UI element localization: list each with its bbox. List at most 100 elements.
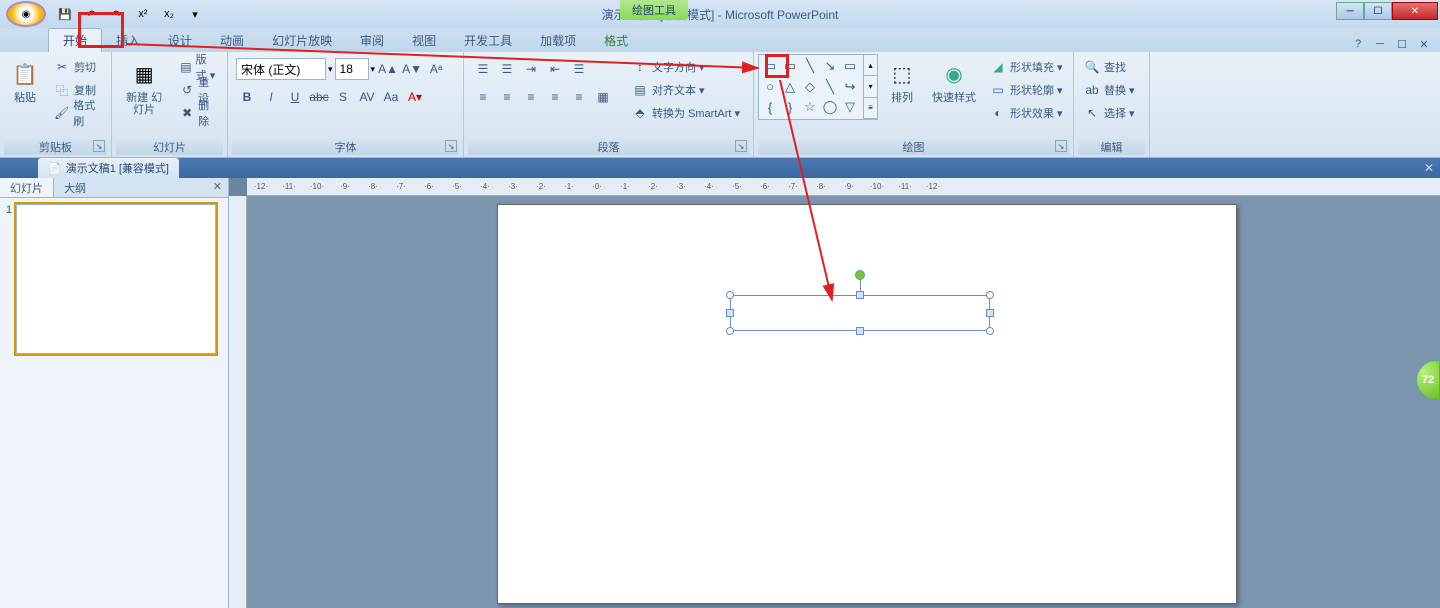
decrease-indent-button[interactable]: ⇥	[520, 58, 542, 80]
case-button[interactable]: Aa	[380, 86, 402, 108]
shape-curve-icon[interactable]: ↪	[841, 78, 859, 96]
launcher-icon[interactable]: ↘	[735, 140, 747, 152]
shape-fill-button[interactable]: ◢形状填充 ▾	[986, 56, 1067, 78]
shape-textbox-icon[interactable]: ▭	[761, 57, 779, 75]
shape-triangle-icon[interactable]: △	[781, 78, 799, 96]
shape-arrow-icon[interactable]: ↘	[821, 57, 839, 75]
italic-button[interactable]: I	[260, 86, 282, 108]
thumbnail-item[interactable]: 1	[6, 204, 222, 354]
bold-button[interactable]: B	[236, 86, 258, 108]
launcher-icon[interactable]: ↘	[445, 140, 457, 152]
shape-conn-icon[interactable]: ╲	[821, 78, 839, 96]
tab-animation[interactable]: 动画	[206, 29, 258, 52]
numbering-button[interactable]: ☰	[496, 58, 518, 80]
distribute-button[interactable]: ≡	[568, 86, 590, 108]
tab-design[interactable]: 设计	[154, 29, 206, 52]
shrink-font-button[interactable]: A▼	[401, 58, 423, 80]
resize-handle[interactable]	[986, 291, 994, 299]
resize-handle[interactable]	[726, 327, 734, 335]
launcher-icon[interactable]: ↘	[1055, 140, 1067, 152]
launcher-icon[interactable]: ↘	[93, 140, 105, 152]
shape-brace-icon[interactable]: {	[761, 98, 779, 116]
resize-handle[interactable]	[856, 327, 864, 335]
cut-button[interactable]: ✂剪切	[50, 56, 105, 78]
shadow-button[interactable]: S	[332, 86, 354, 108]
delete-button[interactable]: ✖删除	[176, 102, 221, 124]
quickstyle-button[interactable]: ◉ 快速样式	[926, 54, 982, 108]
spacing-button[interactable]: AV	[356, 86, 378, 108]
qat-sup[interactable]: x²	[132, 4, 154, 24]
strike-button[interactable]: abc	[308, 86, 330, 108]
tab-slideshow[interactable]: 幻灯片放映	[258, 29, 346, 52]
qat-redo[interactable]: ↷	[106, 4, 128, 24]
doc-close-icon[interactable]: ✕	[1424, 161, 1434, 175]
resize-handle[interactable]	[726, 309, 734, 317]
shape-diamond-icon[interactable]: ◇	[801, 78, 819, 96]
office-button[interactable]: ◉	[6, 1, 46, 27]
line-spacing-button[interactable]: ☰	[568, 58, 590, 80]
resize-handle[interactable]	[856, 291, 864, 299]
shapes-gallery[interactable]: ▭ ▭ ╲ ↘ ▭ ○ △ ◇ ╲ ↪ { } ☆ ◯ ▽ ▴▾≡	[758, 54, 878, 120]
qat-sub[interactable]: x₂	[158, 4, 180, 24]
shape-outline-button[interactable]: ▭形状轮廓 ▾	[986, 79, 1067, 101]
shape-effects-button[interactable]: ◐形状效果 ▾	[986, 102, 1067, 124]
align-left-button[interactable]: ≡	[472, 86, 494, 108]
slide[interactable]	[497, 204, 1237, 604]
align-text-button[interactable]: ▤对齐文本 ▾	[628, 79, 744, 101]
new-slide-button[interactable]: ▦ 新建 幻灯片	[116, 54, 172, 120]
panel-tab-outline[interactable]: 大纲	[54, 178, 96, 197]
mdi-close[interactable]: ✕	[1416, 36, 1432, 52]
font-name-combo[interactable]: 宋体 (正文)	[236, 58, 326, 80]
replace-button[interactable]: ab替换 ▾	[1080, 79, 1139, 101]
shape-line-icon[interactable]: ╲	[801, 57, 819, 75]
qat-more[interactable]: ▾	[184, 4, 206, 24]
shape-rect-icon[interactable]: ▭	[841, 57, 859, 75]
resize-handle[interactable]	[986, 309, 994, 317]
shape-oval-icon[interactable]: ○	[761, 78, 779, 96]
shape-brace2-icon[interactable]: }	[781, 98, 799, 116]
tab-home[interactable]: 开始	[48, 28, 102, 52]
tab-addins[interactable]: 加载项	[526, 29, 590, 52]
bullets-button[interactable]: ☰	[472, 58, 494, 80]
tab-view[interactable]: 视图	[398, 29, 450, 52]
tab-format[interactable]: 格式	[590, 29, 642, 52]
shape-circle-icon[interactable]: ◯	[821, 98, 839, 116]
underline-button[interactable]: U	[284, 86, 306, 108]
resize-handle[interactable]	[726, 291, 734, 299]
shape-icon[interactable]: ▭	[781, 57, 799, 75]
painter-button[interactable]: 🖌格式刷	[50, 102, 105, 124]
maximize-button[interactable]: ☐	[1364, 2, 1392, 20]
gallery-scroll[interactable]: ▴▾≡	[863, 55, 877, 119]
tab-dev[interactable]: 开发工具	[450, 29, 526, 52]
close-button[interactable]: ✕	[1392, 2, 1438, 20]
mdi-minimize[interactable]: ─	[1372, 36, 1388, 52]
clear-format-button[interactable]: Aᵃ	[425, 58, 447, 80]
panel-close-icon[interactable]: ✕	[207, 178, 228, 197]
canvas[interactable]	[247, 196, 1440, 608]
align-center-button[interactable]: ≡	[496, 86, 518, 108]
selected-textbox[interactable]	[730, 295, 990, 331]
find-button[interactable]: 🔍查找	[1080, 56, 1139, 78]
select-button[interactable]: ↖选择 ▾	[1080, 102, 1139, 124]
qat-save[interactable]: 💾	[54, 4, 76, 24]
panel-tab-slides[interactable]: 幻灯片	[0, 178, 54, 197]
shape-star-icon[interactable]: ☆	[801, 98, 819, 116]
slide-thumbnail[interactable]	[16, 204, 216, 354]
increase-indent-button[interactable]: ⇤	[544, 58, 566, 80]
help-icon[interactable]: ?	[1350, 36, 1366, 52]
align-right-button[interactable]: ≡	[520, 86, 542, 108]
grow-font-button[interactable]: A▲	[377, 58, 399, 80]
columns-button[interactable]: ▦	[592, 86, 614, 108]
arrange-button[interactable]: ⬚ 排列	[880, 54, 924, 108]
font-size-combo[interactable]: 18	[335, 58, 369, 80]
qat-undo[interactable]: ↶	[80, 4, 102, 24]
paste-button[interactable]: 📋 粘贴	[4, 54, 46, 108]
document-tab[interactable]: 📄演示文稿1 [兼容模式]	[38, 158, 179, 178]
font-color-button[interactable]: A▾	[404, 86, 426, 108]
resize-handle[interactable]	[986, 327, 994, 335]
shape-tri2-icon[interactable]: ▽	[841, 98, 859, 116]
tab-review[interactable]: 审阅	[346, 29, 398, 52]
justify-button[interactable]: ≡	[544, 86, 566, 108]
text-direction-button[interactable]: ↕文字方向 ▾	[628, 56, 744, 78]
thumbnails[interactable]: 1	[0, 198, 228, 608]
